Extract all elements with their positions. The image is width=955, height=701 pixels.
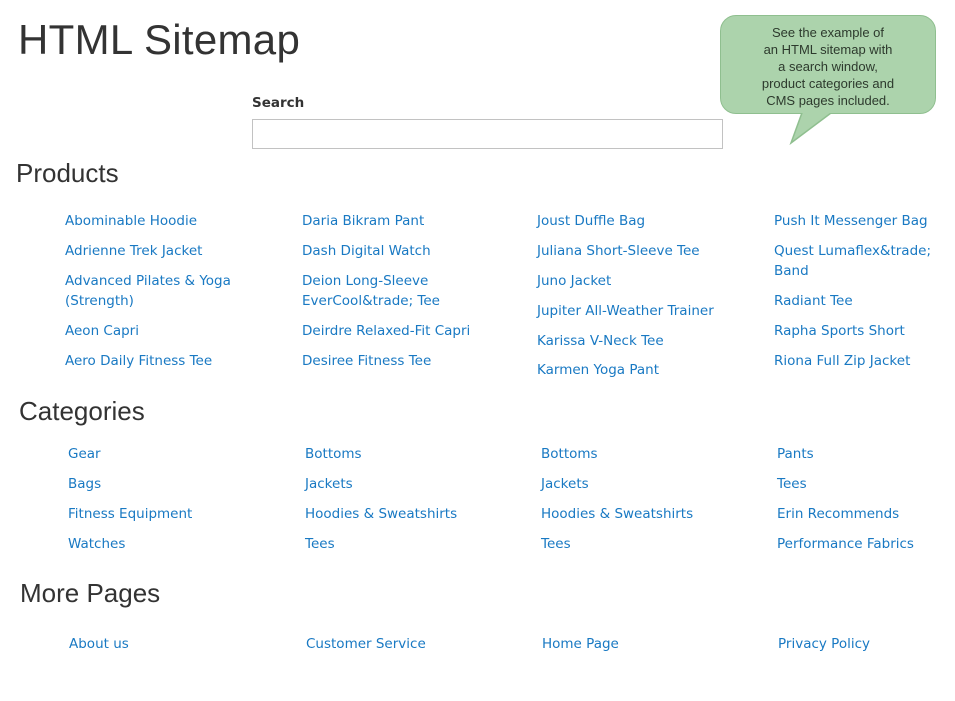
section-title-products: Products <box>16 158 119 188</box>
product-link[interactable]: Juno Jacket <box>537 271 611 291</box>
callout-text: product categories and <box>761 76 895 91</box>
product-link[interactable]: Aeon Capri <box>65 321 139 341</box>
product-link[interactable]: Quest Lumaflex&trade; Band <box>774 241 944 281</box>
category-link[interactable]: Tees <box>305 534 335 554</box>
category-link[interactable]: Bottoms <box>541 444 598 464</box>
section-title-more-pages: More Pages <box>20 578 161 608</box>
product-link[interactable]: Radiant Tee <box>774 291 853 311</box>
category-link[interactable]: Bottoms <box>305 444 362 464</box>
category-link[interactable]: Gear <box>68 444 101 464</box>
cms-page-link[interactable]: Home Page <box>542 634 619 654</box>
page-title: HTML Sitemap <box>18 16 301 63</box>
callout-text: an HTML sitemap with <box>763 42 893 57</box>
callout-bubble: See the example of an HTML sitemap with … <box>720 15 936 114</box>
product-link[interactable]: Desiree Fitness Tee <box>302 351 431 371</box>
product-link[interactable]: Riona Full Zip Jacket <box>774 351 910 371</box>
callout-text: a search window, <box>778 59 878 74</box>
product-link[interactable]: Deirdre Relaxed-Fit Capri <box>302 321 470 341</box>
category-link[interactable]: Fitness Equipment <box>68 504 192 524</box>
category-link[interactable]: Bags <box>68 474 101 494</box>
category-link[interactable]: Erin Recommends <box>777 504 899 524</box>
product-link[interactable]: Deion Long-Sleeve EverCool&trade; Tee <box>302 271 482 311</box>
callout-text: CMS pages included. <box>766 93 890 108</box>
product-link[interactable]: Juliana Short-Sleeve Tee <box>537 241 700 261</box>
cms-page-link[interactable]: About us <box>69 634 129 654</box>
product-link[interactable]: Jupiter All-Weather Trainer <box>537 301 714 321</box>
product-link[interactable]: Adrienne Trek Jacket <box>65 241 202 261</box>
category-link[interactable]: Hoodies & Sweatshirts <box>305 504 457 524</box>
product-link[interactable]: Daria Bikram Pant <box>302 211 424 231</box>
product-link[interactable]: Karissa V-Neck Tee <box>537 331 664 351</box>
product-link[interactable]: Abominable Hoodie <box>65 211 197 231</box>
product-link[interactable]: Dash Digital Watch <box>302 241 431 261</box>
cms-page-link[interactable]: Privacy Policy <box>778 634 870 654</box>
product-link[interactable]: Joust Duffle Bag <box>537 211 645 231</box>
category-link[interactable]: Pants <box>777 444 814 464</box>
search-input[interactable] <box>252 119 723 149</box>
cms-page-link[interactable]: Customer Service <box>306 634 426 654</box>
product-link[interactable]: Push It Messenger Bag <box>774 211 928 231</box>
category-link[interactable]: Jackets <box>305 474 353 494</box>
section-title-categories: Categories <box>19 396 145 426</box>
product-link[interactable]: Rapha Sports Short <box>774 321 905 341</box>
product-link[interactable]: Aero Daily Fitness Tee <box>65 351 212 371</box>
category-link[interactable]: Tees <box>777 474 807 494</box>
category-link[interactable]: Hoodies & Sweatshirts <box>541 504 693 524</box>
callout-text: See the example of <box>771 25 885 40</box>
search-label: Search <box>252 95 305 111</box>
product-link[interactable]: Karmen Yoga Pant <box>537 360 659 377</box>
product-link[interactable]: Advanced Pilates & Yoga (Strength) <box>65 271 245 311</box>
category-link[interactable]: Watches <box>68 534 125 554</box>
category-link[interactable]: Jackets <box>541 474 589 494</box>
category-link[interactable]: Tees <box>541 534 571 554</box>
category-link[interactable]: Performance Fabrics <box>777 534 914 554</box>
callout-tail <box>789 110 837 146</box>
product-list-scroll-area[interactable]: Karmen Yoga Pant <box>530 360 750 377</box>
